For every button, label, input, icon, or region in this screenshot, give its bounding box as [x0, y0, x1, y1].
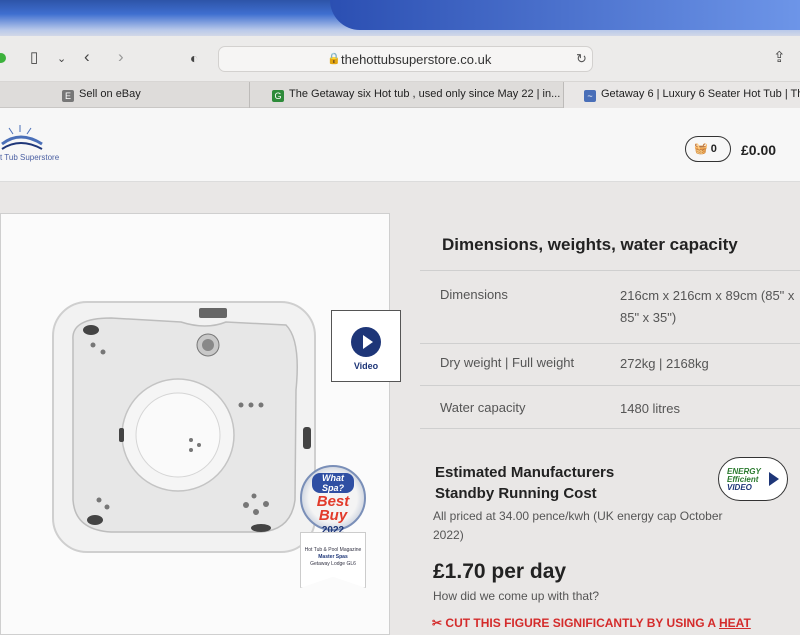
play-icon	[351, 327, 381, 357]
running-cost-title: Estimated Manufacturers Standby Running …	[435, 464, 615, 502]
reload-icon[interactable]: ↻	[576, 51, 587, 67]
tab-bar: E Sell on eBay G The Getaway six Hot tub ,…	[0, 82, 800, 108]
video-label: Video	[353, 361, 379, 371]
how-calculated-link[interactable]: How did we come up with that?	[433, 589, 599, 603]
spec-label: Dry weight | Full weight	[440, 355, 575, 370]
cart-total[interactable]: £0.00	[741, 142, 776, 158]
scissors-icon: ✂	[432, 616, 443, 630]
window-zoom-dot[interactable]	[0, 53, 6, 63]
logo-text[interactable]: t Tub Superstore	[0, 153, 59, 162]
desktop-background	[0, 0, 800, 40]
basket-icon: 🧺	[694, 143, 708, 155]
spec-row-dimensions: Dimensions 216cm x 216cm x 89cm (85" x 8…	[420, 270, 800, 343]
address-bar[interactable]: 🔒 thehottubsuperstore.co.uk ↻	[218, 46, 593, 72]
shield-icon[interactable]: ◐	[190, 48, 198, 68]
cart-button[interactable]: 🧺 0	[685, 136, 731, 162]
energy-badge-text: ENERGY Efficient VIDEO	[727, 468, 761, 492]
best-buy-badge: What Spa? Best Buy 2022	[300, 465, 366, 536]
tab-label: Getaway 6 | Luxury 6 Seater Hot Tub | Th…	[601, 88, 800, 100]
spec-row-water: Water capacity 1480 litres	[420, 385, 800, 429]
share-icon[interactable]: ⇪	[773, 48, 786, 68]
tab-label: The Getaway six Hot tub , used only sinc…	[289, 88, 561, 100]
spec-value: 1480 litres	[620, 401, 680, 416]
gumtree-favicon-icon: G	[272, 90, 284, 102]
badge-best-buy: Best Buy	[316, 493, 350, 524]
tab-sell-on-ebay[interactable]: E Sell on eBay	[0, 82, 250, 108]
badge-magazine: What Spa?	[312, 473, 354, 493]
video-button[interactable]: Video	[331, 310, 401, 382]
lock-icon: 🔒	[327, 53, 341, 65]
sidebar-icon[interactable]: ▯	[30, 48, 38, 68]
cut-text: CUT THIS FIGURE SIGNIFICANTLY BY USING A	[445, 616, 719, 630]
ebay-favicon-icon: E	[62, 90, 74, 102]
cart-count: 0	[710, 143, 717, 155]
spec-row-weight: Dry weight | Full weight 272kg | 2168kg	[420, 343, 800, 385]
url-text: thehottubsuperstore.co.uk	[341, 52, 492, 67]
specs-title: Dimensions, weights, water capacity	[442, 235, 738, 254]
heat-link[interactable]: HEAT	[719, 616, 751, 630]
site-favicon-icon: ~	[584, 90, 596, 102]
logo-icon[interactable]	[0, 122, 44, 152]
ribbon-line: Hot Tub & Pool Magazine	[304, 547, 362, 553]
tab-getaway-listing[interactable]: G The Getaway six Hot tub , used only sin…	[250, 82, 564, 108]
energy-line: VIDEO	[727, 483, 752, 492]
spec-value: 216cm x 216cm x 89cm (85" x 85" x 35")	[620, 288, 795, 325]
tab-getaway-6-active[interactable]: ~ Getaway 6 | Luxury 6 Seater Hot Tub | T…	[564, 82, 800, 108]
spec-value: 272kg | 2168kg	[620, 356, 709, 371]
ribbon-line: Getaway Lodge GL6	[310, 561, 356, 567]
back-icon[interactable]: ‹	[84, 47, 90, 67]
hot-tub-image	[52, 301, 316, 553]
spec-label: Dimensions	[440, 287, 508, 302]
play-icon	[769, 472, 779, 486]
cut-cost-banner: ✂ CUT THIS FIGURE SIGNIFICANTLY BY USING…	[432, 616, 751, 630]
chevron-down-icon[interactable]: ⌄	[57, 49, 66, 69]
tab-label: Sell on eBay	[79, 88, 141, 100]
desktop-wave	[330, 0, 800, 30]
site-header: t Tub Superstore 🧺 0 £0.00	[0, 108, 800, 182]
cost-per-day: £1.70 per day	[433, 560, 567, 583]
energy-efficient-video-button[interactable]: ENERGY Efficient VIDEO	[718, 457, 788, 501]
forward-icon[interactable]: ›	[118, 47, 124, 67]
browser-toolbar: ▯ ⌄ ‹ › ◐ 🔒 thehottubsuperstore.co.uk ↻ …	[0, 36, 800, 82]
cost-note: All priced at 34.00 pence/kwh (UK energy…	[433, 509, 723, 542]
spec-label: Water capacity	[440, 400, 526, 415]
ribbon-line: Master Spas	[318, 554, 348, 560]
